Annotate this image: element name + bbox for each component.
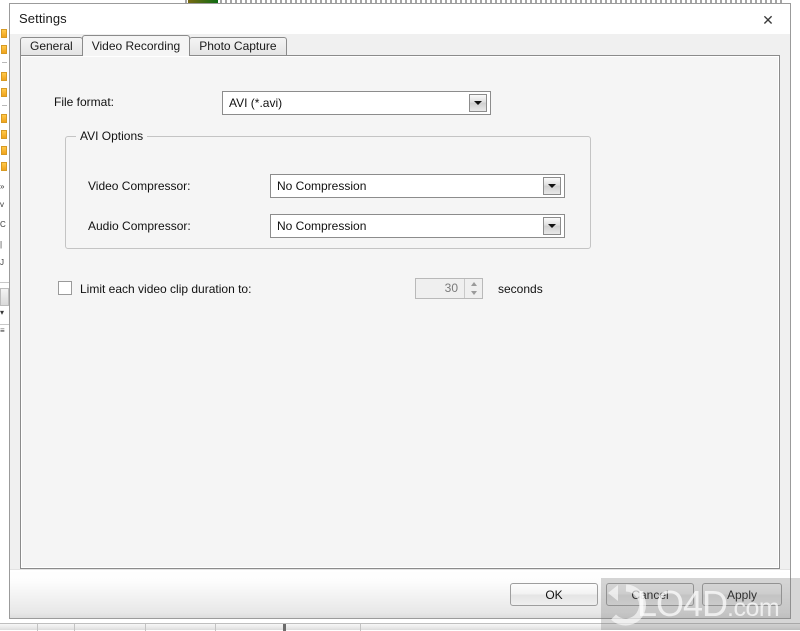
- tab-photo-capture[interactable]: Photo Capture: [189, 37, 287, 55]
- background-divider: [2, 105, 7, 106]
- triangle-up-glyph: [470, 281, 477, 286]
- video-compressor-value: No Compression: [277, 179, 367, 193]
- tab-video-recording[interactable]: Video Recording: [81, 35, 191, 56]
- background-list-icon: [1, 29, 7, 38]
- chevron-down-icon[interactable]: [469, 94, 487, 112]
- title-bar: Settings ✕: [10, 4, 790, 34]
- file-format-label: File format:: [54, 95, 115, 109]
- background-divider: [0, 324, 9, 325]
- background-window-strip: » v C | J ▾ ≡: [0, 0, 9, 630]
- seconds-unit-label: seconds: [498, 282, 543, 296]
- ok-button[interactable]: OK: [510, 583, 598, 606]
- video-compressor-label: Video Compressor:: [88, 179, 191, 193]
- limit-clip-duration-label: Limit each video clip duration to:: [80, 282, 252, 296]
- caret-glyph: [474, 101, 482, 105]
- cancel-button[interactable]: Cancel: [606, 583, 694, 606]
- taskbar[interactable]: [0, 623, 800, 631]
- background-list-icon: [1, 146, 7, 155]
- background-list-icon: [1, 162, 7, 171]
- background-list-icon: [1, 88, 7, 97]
- chevron-down-icon[interactable]: [543, 177, 561, 195]
- tab-general[interactable]: General: [20, 37, 83, 55]
- background-list-icon: [1, 130, 7, 139]
- close-icon[interactable]: ✕: [746, 4, 790, 34]
- background-glyph: |: [0, 240, 3, 249]
- background-glyph: J: [0, 258, 4, 267]
- file-format-row: File format: AVI (*.avi): [21, 90, 779, 116]
- background-list-icon: [1, 45, 7, 54]
- background-glyph: C: [0, 220, 6, 229]
- settings-dialog: Settings ✕ General Video Recording Photo…: [9, 3, 791, 619]
- video-recording-panel: File format: AVI (*.avi) AVI Options Vid…: [20, 55, 780, 569]
- background-divider: [0, 282, 9, 283]
- apply-button[interactable]: Apply: [702, 583, 782, 606]
- duration-stepper[interactable]: 30: [415, 278, 483, 299]
- avi-options-group: AVI Options Video Compressor: No Compres…: [65, 129, 591, 249]
- background-scrollbar[interactable]: [0, 288, 9, 306]
- window-title: Settings: [19, 11, 67, 26]
- triangle-down-glyph: [470, 291, 477, 296]
- dialog-footer: OK Cancel Apply: [10, 569, 790, 618]
- background-glyph: v: [0, 200, 4, 209]
- audio-compressor-label: Audio Compressor:: [88, 219, 191, 233]
- caret-glyph: [548, 184, 556, 188]
- limit-clip-duration-checkbox[interactable]: [58, 281, 72, 295]
- tab-strip: General Video Recording Photo Capture: [20, 34, 790, 56]
- spinner-up-icon[interactable]: [465, 279, 482, 289]
- limit-clip-duration-row: Limit each video clip duration to: 30 se…: [21, 278, 779, 302]
- spinner-down-icon[interactable]: [465, 288, 482, 298]
- chevron-down-icon[interactable]: [543, 217, 561, 235]
- background-glyph: ▾: [0, 308, 5, 317]
- duration-stepper-buttons: [464, 279, 482, 298]
- background-glyph: »: [0, 182, 5, 191]
- background-glyph: ≡: [0, 326, 5, 335]
- video-compressor-combobox[interactable]: No Compression: [270, 174, 565, 198]
- file-format-value: AVI (*.avi): [229, 96, 283, 110]
- background-divider: [2, 62, 7, 63]
- background-list-icon: [1, 72, 7, 81]
- file-format-combobox[interactable]: AVI (*.avi): [222, 91, 491, 115]
- duration-value: 30: [444, 281, 458, 295]
- audio-compressor-combobox[interactable]: No Compression: [270, 214, 565, 238]
- caret-glyph: [548, 224, 556, 228]
- background-list-icon: [1, 114, 7, 123]
- avi-options-group-title: AVI Options: [76, 129, 148, 143]
- audio-compressor-value: No Compression: [277, 219, 367, 233]
